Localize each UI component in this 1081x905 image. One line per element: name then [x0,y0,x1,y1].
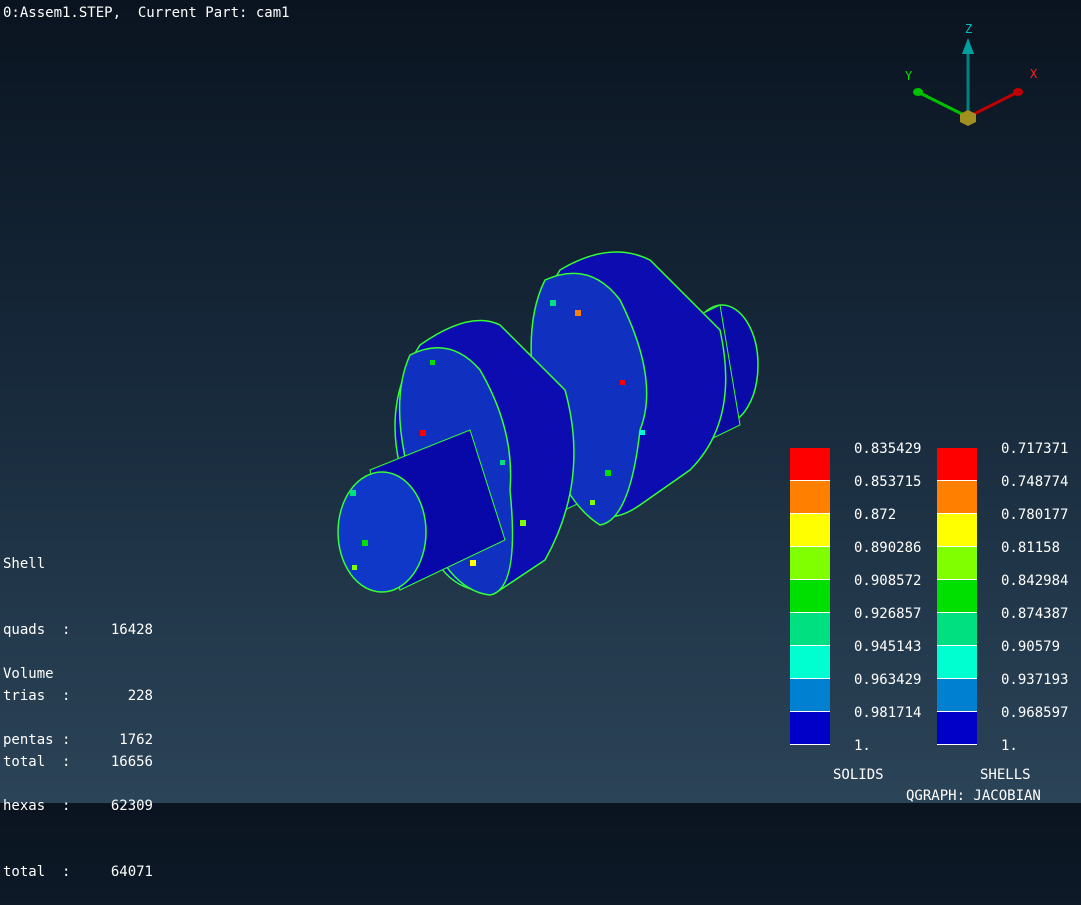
legend-swatch [790,646,830,679]
legend-swatch [937,712,977,745]
legend-swatch [790,481,830,514]
stat-row: hexas :62309 [3,798,153,814]
legend-value: 0.968597 [1001,705,1069,721]
legend-value: 0.981714 [854,705,922,721]
shells-legend-title: SHELLS [980,767,1031,783]
legend-swatch [937,679,977,712]
legend-value: 0.963429 [854,672,922,688]
legend-value: 0.853715 [854,474,922,490]
legend-value: 0.926857 [854,606,922,622]
legend-value: 0.908572 [854,573,922,589]
legend-swatch [937,580,977,613]
qgraph-label: QGRAPH: JACOBIAN [906,788,1041,804]
axis-triad[interactable]: Z Y X [890,20,1050,140]
legend-value: 0.780177 [1001,507,1069,523]
volume-stats: Volume pentas :1762 hexas :62309 total :… [3,619,153,905]
legend-value: 0.872 [854,507,897,523]
current-part-header: 0:Assem1.STEP, Current Part: cam1 [3,5,290,21]
legend-swatch [790,547,830,580]
solids-legend-title: SOLIDS [833,767,884,783]
legend-value: 0.945143 [854,639,922,655]
legend-swatch [937,448,977,481]
axis-y-label: Y [905,69,913,83]
shell-title: Shell [3,556,46,572]
legend-swatch [790,613,830,646]
axis-x-label: X [1030,67,1038,81]
legend-value: 1. [1001,738,1018,754]
legend-swatch [790,448,830,481]
legend-swatch [937,514,977,547]
legend-value: 0.717371 [1001,441,1069,457]
legend-swatch [937,646,977,679]
axis-z-label: Z [965,22,972,36]
legend-value: 0.835429 [854,441,922,457]
legend-value: 0.874387 [1001,606,1069,622]
legend-swatch [937,481,977,514]
shells-legend-bar [937,448,977,745]
legend-value: 0.842984 [1001,573,1069,589]
cam-mesh-model[interactable] [337,251,759,596]
legend-value: 0.90579 [1001,639,1061,655]
legend-value: 1. [854,738,871,754]
legend-swatch [790,679,830,712]
legend-value: 0.81158 [1001,540,1061,556]
legend-value: 0.748774 [1001,474,1069,490]
stat-row: pentas :1762 [3,732,153,748]
volume-title: Volume [3,666,54,682]
legend-value: 0.937193 [1001,672,1069,688]
legend-value: 0.890286 [854,540,922,556]
solids-legend-bar [790,448,830,745]
stat-row: total :64071 [3,864,153,880]
legend-swatch [790,514,830,547]
legend-swatch [790,712,830,745]
legend-swatch [790,580,830,613]
legend-swatch [937,613,977,646]
legend-swatch [937,547,977,580]
